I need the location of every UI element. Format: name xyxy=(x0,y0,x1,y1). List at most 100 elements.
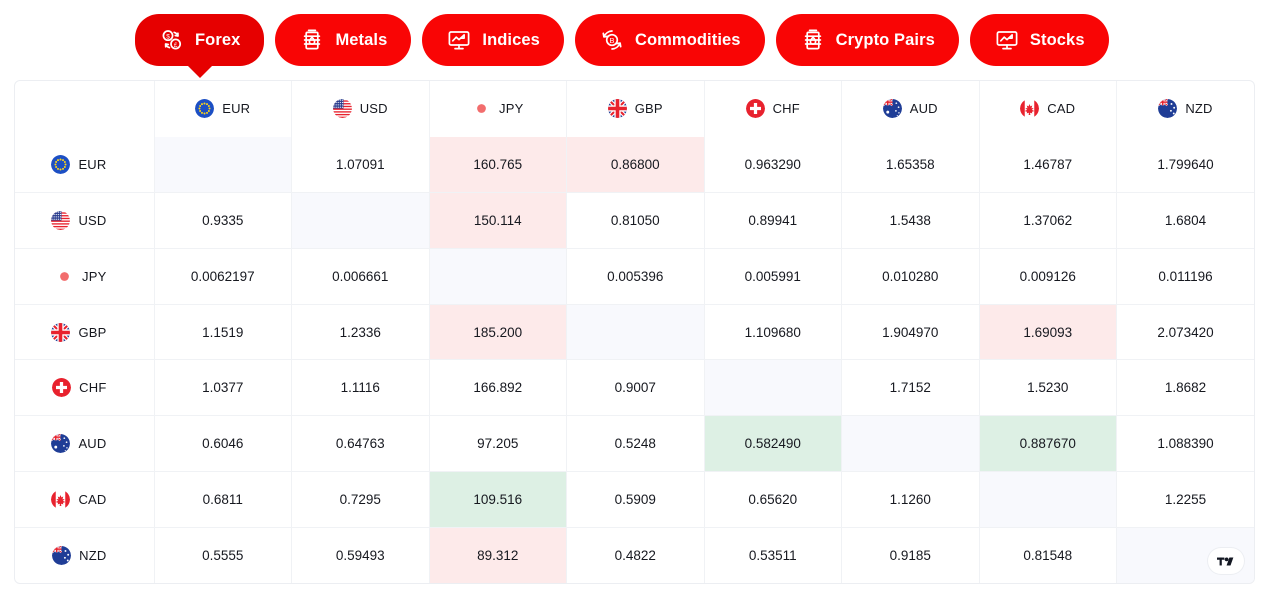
svg-text:£: £ xyxy=(174,42,178,49)
rate-cell[interactable]: 1.6804 xyxy=(1116,192,1254,249)
rate-cell[interactable]: 0.009126 xyxy=(979,248,1117,305)
rate-cell[interactable]: 0.887670 xyxy=(979,415,1117,473)
flag-eu-icon xyxy=(51,154,71,174)
rate-cell[interactable]: 1.1519 xyxy=(154,304,292,361)
flag-us-icon xyxy=(51,210,71,230)
rate-cell[interactable]: 1.088390 xyxy=(1116,415,1254,473)
rate-cell[interactable]: 0.9007 xyxy=(566,359,705,417)
currency-code: GBP xyxy=(634,101,663,117)
rate-cell[interactable]: 166.892 xyxy=(429,359,567,417)
rate-cell[interactable]: 0.6811 xyxy=(154,471,292,528)
rate-cell[interactable]: 0.59493 xyxy=(291,527,430,584)
currency-code: USD xyxy=(359,101,388,117)
rate-cell[interactable]: 0.89941 xyxy=(704,192,842,249)
currency-code: JPY xyxy=(82,268,107,284)
rate-cell[interactable]: 0.81548 xyxy=(979,527,1117,584)
rate-cell[interactable]: 0.7295 xyxy=(291,471,430,528)
tab-indices[interactable]: Indices xyxy=(422,14,564,66)
row-header-jpy[interactable]: JPY xyxy=(15,248,155,305)
rate-cell[interactable]: 0.9335 xyxy=(154,192,292,249)
rate-cell[interactable]: 1.904970 xyxy=(841,304,980,361)
rate-cell[interactable]: 0.005396 xyxy=(566,248,705,305)
rate-cell[interactable]: 185.200 xyxy=(429,304,567,361)
rate-cell[interactable]: 1.69093 xyxy=(979,304,1117,361)
column-header-usd[interactable]: USD xyxy=(291,81,430,137)
rate-cell[interactable]: 0.582490 xyxy=(704,415,842,473)
row-header-chf[interactable]: CHF xyxy=(15,359,155,417)
tab-label: Commodities xyxy=(634,30,741,49)
rate-cell[interactable]: 0.81050 xyxy=(566,192,705,249)
rate-cell[interactable]: 1.0377 xyxy=(154,359,292,417)
rate-cell[interactable]: 0.0062197 xyxy=(154,248,292,305)
rate-cell[interactable]: 1.1260 xyxy=(841,471,980,528)
rate-cell[interactable]: 0.9185 xyxy=(841,527,980,584)
rate-cell[interactable]: 1.5438 xyxy=(841,192,980,249)
rate-cell[interactable]: 1.65358 xyxy=(841,136,980,194)
rate-cell[interactable]: 0.963290 xyxy=(704,136,842,194)
header-row: EUR USD JPY GBP CHF AUD CAD NZD xyxy=(15,81,1254,137)
tab-forex[interactable]: $ £ Forex xyxy=(135,14,265,66)
oil-barrel-icon xyxy=(800,27,826,53)
currency-code: EUR xyxy=(222,101,251,117)
rate-cell[interactable]: 1.46787 xyxy=(979,136,1117,194)
rate-cell[interactable]: 0.5555 xyxy=(154,527,292,584)
tab-stocks[interactable]: Stocks xyxy=(969,14,1109,66)
rate-cell[interactable]: 0.53511 xyxy=(704,527,842,584)
tab-commodities[interactable]: B Commodities xyxy=(574,14,765,66)
column-header-chf[interactable]: CHF xyxy=(704,81,842,137)
rate-cell[interactable]: 1.1116 xyxy=(291,359,430,417)
column-header-nzd[interactable]: NZD xyxy=(1117,81,1255,137)
rate-cell[interactable]: 0.006661 xyxy=(291,248,430,305)
rate-cell[interactable]: 1.799640 xyxy=(1116,136,1254,194)
row-header-gbp[interactable]: GBP xyxy=(15,304,155,361)
row-header-cad[interactable]: CAD xyxy=(15,471,155,528)
column-header-jpy[interactable]: JPY xyxy=(429,81,567,137)
tab-crypto-pairs[interactable]: Crypto Pairs xyxy=(775,14,959,66)
rate-cell[interactable]: 1.8682 xyxy=(1116,359,1254,417)
rate-cell[interactable]: 150.114 xyxy=(429,192,567,249)
flag-ca-icon xyxy=(51,489,71,509)
flag-ch-icon xyxy=(52,378,72,398)
table-row: CHF 1.0377 1.1116 166.892 0.9007 1.7152 1.5230… xyxy=(15,359,1254,417)
row-header-aud[interactable]: AUD xyxy=(15,415,155,473)
svg-text:$: $ xyxy=(166,34,170,41)
rate-cell[interactable]: 0.5909 xyxy=(566,471,705,528)
rate-cell[interactable]: 0.6046 xyxy=(154,415,292,473)
rate-cell[interactable]: 97.205 xyxy=(429,415,567,473)
rate-cell[interactable]: 1.2255 xyxy=(1116,471,1254,528)
rate-cell[interactable]: 2.073420 xyxy=(1116,304,1254,361)
rate-cell[interactable]: 1.5230 xyxy=(979,359,1117,417)
rate-cell[interactable]: 0.011196 xyxy=(1116,248,1254,305)
rate-cell[interactable]: 0.86800 xyxy=(566,136,705,194)
rate-cell[interactable]: 0.005991 xyxy=(704,248,842,305)
rate-cell[interactable]: 160.765 xyxy=(429,136,567,194)
rate-cell[interactable]: 1.37062 xyxy=(979,192,1117,249)
rate-cell[interactable]: 1.109680 xyxy=(704,304,842,361)
tradingview-logo-badge[interactable] xyxy=(1208,548,1244,575)
table-row: USD 0.9335 150.114 0.81050 0.89941 1.5438 1.37… xyxy=(15,192,1254,249)
column-header-eur[interactable]: EUR xyxy=(154,81,292,137)
rates-table: EUR USD JPY GBP CHF AUD CAD NZD EUR 1.07091 160.7… xyxy=(15,81,1254,584)
currency-code: CHF xyxy=(79,380,107,396)
rate-cell-empty xyxy=(566,304,705,361)
rate-cell[interactable]: 0.5248 xyxy=(566,415,705,473)
rate-cell[interactable]: 0.65620 xyxy=(704,471,842,528)
row-header-eur[interactable]: EUR xyxy=(15,136,155,194)
column-header-aud[interactable]: AUD xyxy=(841,81,980,137)
rate-cell[interactable]: 0.4822 xyxy=(566,527,705,584)
rate-cell[interactable]: 1.2336 xyxy=(291,304,430,361)
rate-cell[interactable]: 1.7152 xyxy=(841,359,980,417)
tab-label: Indices xyxy=(482,30,540,49)
table-corner-cell xyxy=(15,81,155,137)
row-header-nzd[interactable]: NZD xyxy=(15,527,155,584)
rate-cell[interactable]: 1.07091 xyxy=(291,136,430,194)
row-header-usd[interactable]: USD xyxy=(15,192,155,249)
column-header-cad[interactable]: CAD xyxy=(979,81,1117,137)
tab-metals[interactable]: Metals xyxy=(275,14,412,66)
rate-cell[interactable]: 89.312 xyxy=(429,527,567,584)
rate-cell[interactable]: 109.516 xyxy=(429,471,567,528)
oil-barrel-icon xyxy=(299,27,325,53)
rate-cell[interactable]: 0.010280 xyxy=(841,248,980,305)
column-header-gbp[interactable]: GBP xyxy=(566,81,705,137)
rate-cell[interactable]: 0.64763 xyxy=(291,415,430,473)
